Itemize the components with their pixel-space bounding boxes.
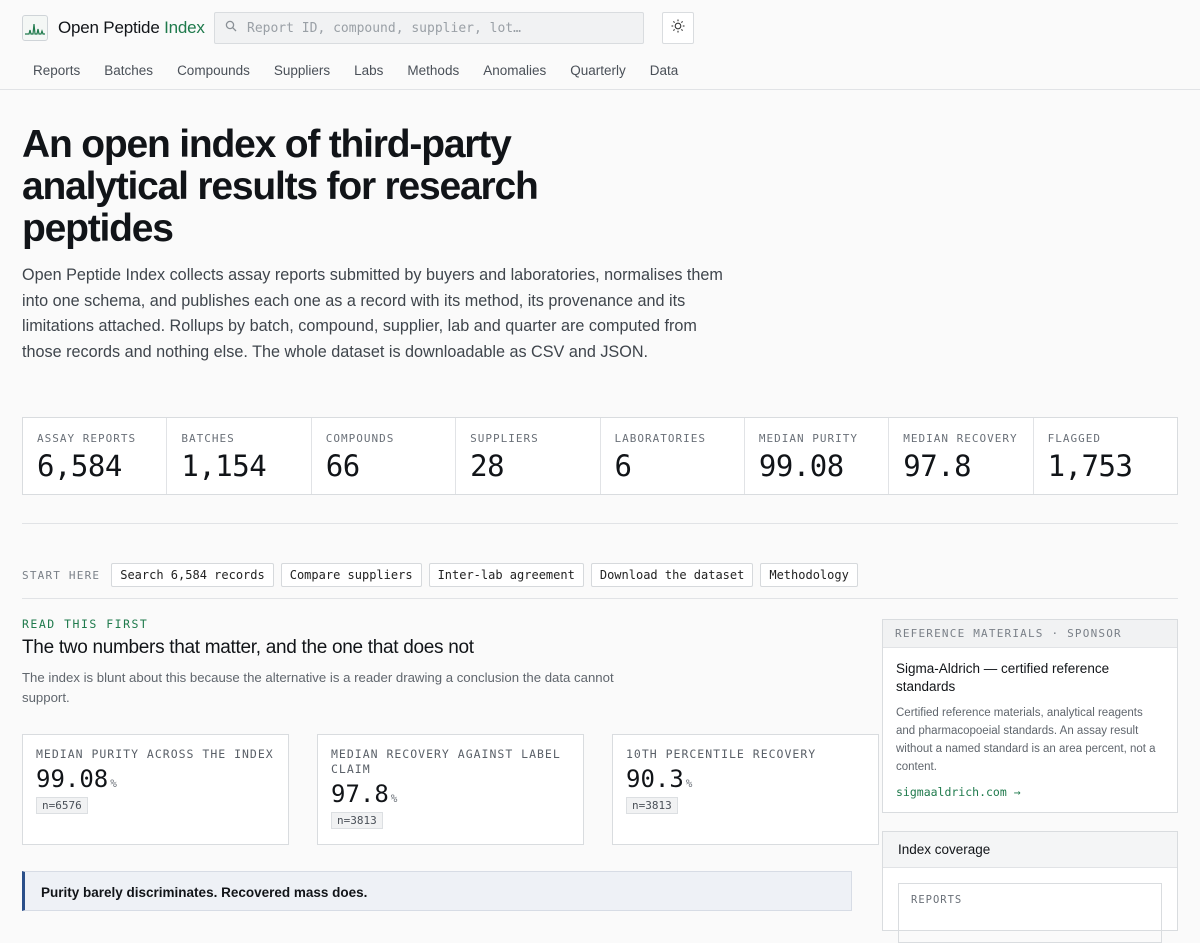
index-coverage-panel: Index coverage REPORTS (882, 831, 1178, 943)
metric-value: 90.3% (626, 765, 865, 793)
brand[interactable]: Open Peptide Index (22, 15, 205, 41)
metric-unit: % (110, 777, 117, 790)
section-kicker: READ THIS FIRST (22, 617, 149, 631)
stat-batches[interactable]: BATCHES 1,154 (167, 418, 312, 494)
stat-laboratories[interactable]: LABORATORIES 6 (601, 418, 745, 494)
metric-label: MEDIAN PURITY ACROSS THE INDEX (36, 747, 274, 761)
stat-label: ASSAY REPORTS (37, 432, 137, 445)
stat-value: 6,584 (37, 449, 122, 483)
stat-label: BATCHES (181, 432, 235, 445)
start-here-label: START HERE (22, 568, 101, 582)
nav-anomalies[interactable]: Anomalies (471, 60, 558, 82)
chip-search-records[interactable]: Search 6,584 records (111, 563, 274, 587)
search-box[interactable] (214, 12, 644, 44)
key-metrics: MEDIAN PURITY ACROSS THE INDEX 99.08% n=… (22, 734, 879, 845)
stat-flagged[interactable]: FLAGGED 1,753 (1034, 418, 1177, 494)
nav-data[interactable]: Data (638, 60, 691, 82)
stat-suppliers[interactable]: SUPPLIERS 28 (456, 418, 601, 494)
stat-value: 66 (325, 449, 360, 483)
metric-number: 97.8 (331, 780, 389, 808)
nav-labs[interactable]: Labs (342, 60, 395, 82)
sponsor-title: Sigma-Aldrich — certified reference stan… (896, 661, 1110, 694)
hero-title: An open index of third-party analytical … (22, 123, 539, 250)
chromatogram-logo-icon (22, 15, 48, 41)
stat-value: 28 (470, 449, 505, 483)
stat-median-recovery[interactable]: MEDIAN RECOVERY 97.8 (889, 418, 1034, 494)
metric-card-median-recovery: MEDIAN RECOVERY AGAINST LABEL CLAIM 97.8… (317, 734, 584, 845)
metric-number: 99.08 (36, 765, 109, 793)
stats-strip: ASSAY REPORTS 6,584 BATCHES 1,154 COMPOU… (22, 417, 1178, 495)
stat-assay-reports[interactable]: ASSAY REPORTS 6,584 (23, 418, 168, 494)
search-input[interactable] (247, 20, 627, 36)
stat-label: MEDIAN RECOVERY (903, 432, 1018, 445)
metric-card-p10-recovery: 10TH PERCENTILE RECOVERY 90.3% n=3813 (612, 734, 879, 845)
sample-size-badge: n=6576 (36, 797, 88, 814)
nav-compounds[interactable]: Compounds (165, 60, 262, 82)
main-nav: Reports Batches Compounds Suppliers Labs… (22, 60, 690, 82)
nav-reports[interactable]: Reports (22, 60, 92, 82)
nav-methods[interactable]: Methods (395, 60, 471, 82)
metric-value: 97.8% (331, 780, 570, 808)
metric-label: MEDIAN RECOVERY AGAINST LABEL CLAIM (331, 747, 561, 776)
stat-label: SUPPLIERS (470, 432, 539, 445)
stat-value: 1,753 (1047, 449, 1133, 483)
nav-batches[interactable]: Batches (92, 60, 165, 82)
metric-value: 99.08% (36, 765, 275, 793)
sponsor-card: REFERENCE MATERIALS · SPONSOR Sigma-Aldr… (882, 619, 1178, 813)
metric-label: 10TH PERCENTILE RECOVERY (626, 747, 817, 761)
theme-toggle-button[interactable] (662, 12, 694, 44)
metric-card-median-purity: MEDIAN PURITY ACROSS THE INDEX 99.08% n=… (22, 734, 289, 845)
section-title: The two numbers that matter, and the one… (22, 637, 474, 658)
section-divider (22, 523, 1178, 524)
brand-accent: Index (164, 18, 205, 37)
stat-compounds[interactable]: COMPOUNDS 66 (312, 418, 457, 494)
sponsor-text: Certified reference materials, analytica… (896, 707, 1156, 773)
stat-value: 97.8 (903, 449, 972, 483)
section-divider (22, 598, 1178, 599)
metric-number: 90.3 (626, 765, 684, 793)
section-subtitle: The index is blunt about this because th… (22, 670, 614, 705)
sponsor-body: Sigma-Aldrich — certified reference stan… (883, 648, 1177, 811)
stat-value: 99.08 (758, 449, 844, 483)
hero-lede: Open Peptide Index collects assay report… (22, 266, 723, 361)
search-icon (225, 19, 237, 37)
brand-primary: Open Peptide (58, 18, 160, 37)
coverage-item: REPORTS (898, 883, 1162, 943)
callout-note: Purity barely discriminates. Recovered m… (22, 871, 852, 911)
stat-label: MEDIAN PURITY (758, 432, 858, 445)
sun-icon (671, 19, 685, 38)
stat-label: LABORATORIES (614, 432, 706, 445)
chip-inter-lab-agreement[interactable]: Inter-lab agreement (428, 563, 584, 587)
chip-download-dataset[interactable]: Download the dataset (590, 563, 754, 587)
coverage-item-label: REPORTS (911, 894, 963, 906)
sample-size-badge: n=3813 (331, 812, 383, 829)
stat-median-purity[interactable]: MEDIAN PURITY 99.08 (745, 418, 890, 494)
chip-methodology[interactable]: Methodology (760, 563, 858, 587)
metric-unit: % (390, 792, 398, 805)
stat-label: COMPOUNDS (325, 432, 395, 445)
sample-size-badge: n=3813 (626, 797, 678, 814)
coverage-title: Index coverage (883, 832, 1177, 868)
stat-label: FLAGGED (1047, 432, 1101, 445)
brand-name: Open Peptide Index (58, 18, 205, 38)
stat-value: 6 (614, 449, 632, 483)
nav-quarterly[interactable]: Quarterly (558, 60, 638, 82)
metric-unit: % (685, 777, 693, 790)
nav-suppliers[interactable]: Suppliers (262, 60, 342, 82)
sponsor-link[interactable]: sigmaaldrich.com → (896, 785, 1164, 799)
chip-compare-suppliers[interactable]: Compare suppliers (280, 563, 422, 587)
top-bar: Open Peptide Index Reports Batches Compo… (0, 0, 1200, 90)
sponsor-header: REFERENCE MATERIALS · SPONSOR (883, 620, 1177, 648)
stat-value: 1,154 (181, 449, 267, 483)
start-here-row: START HERE Search 6,584 records Compare … (22, 563, 858, 587)
